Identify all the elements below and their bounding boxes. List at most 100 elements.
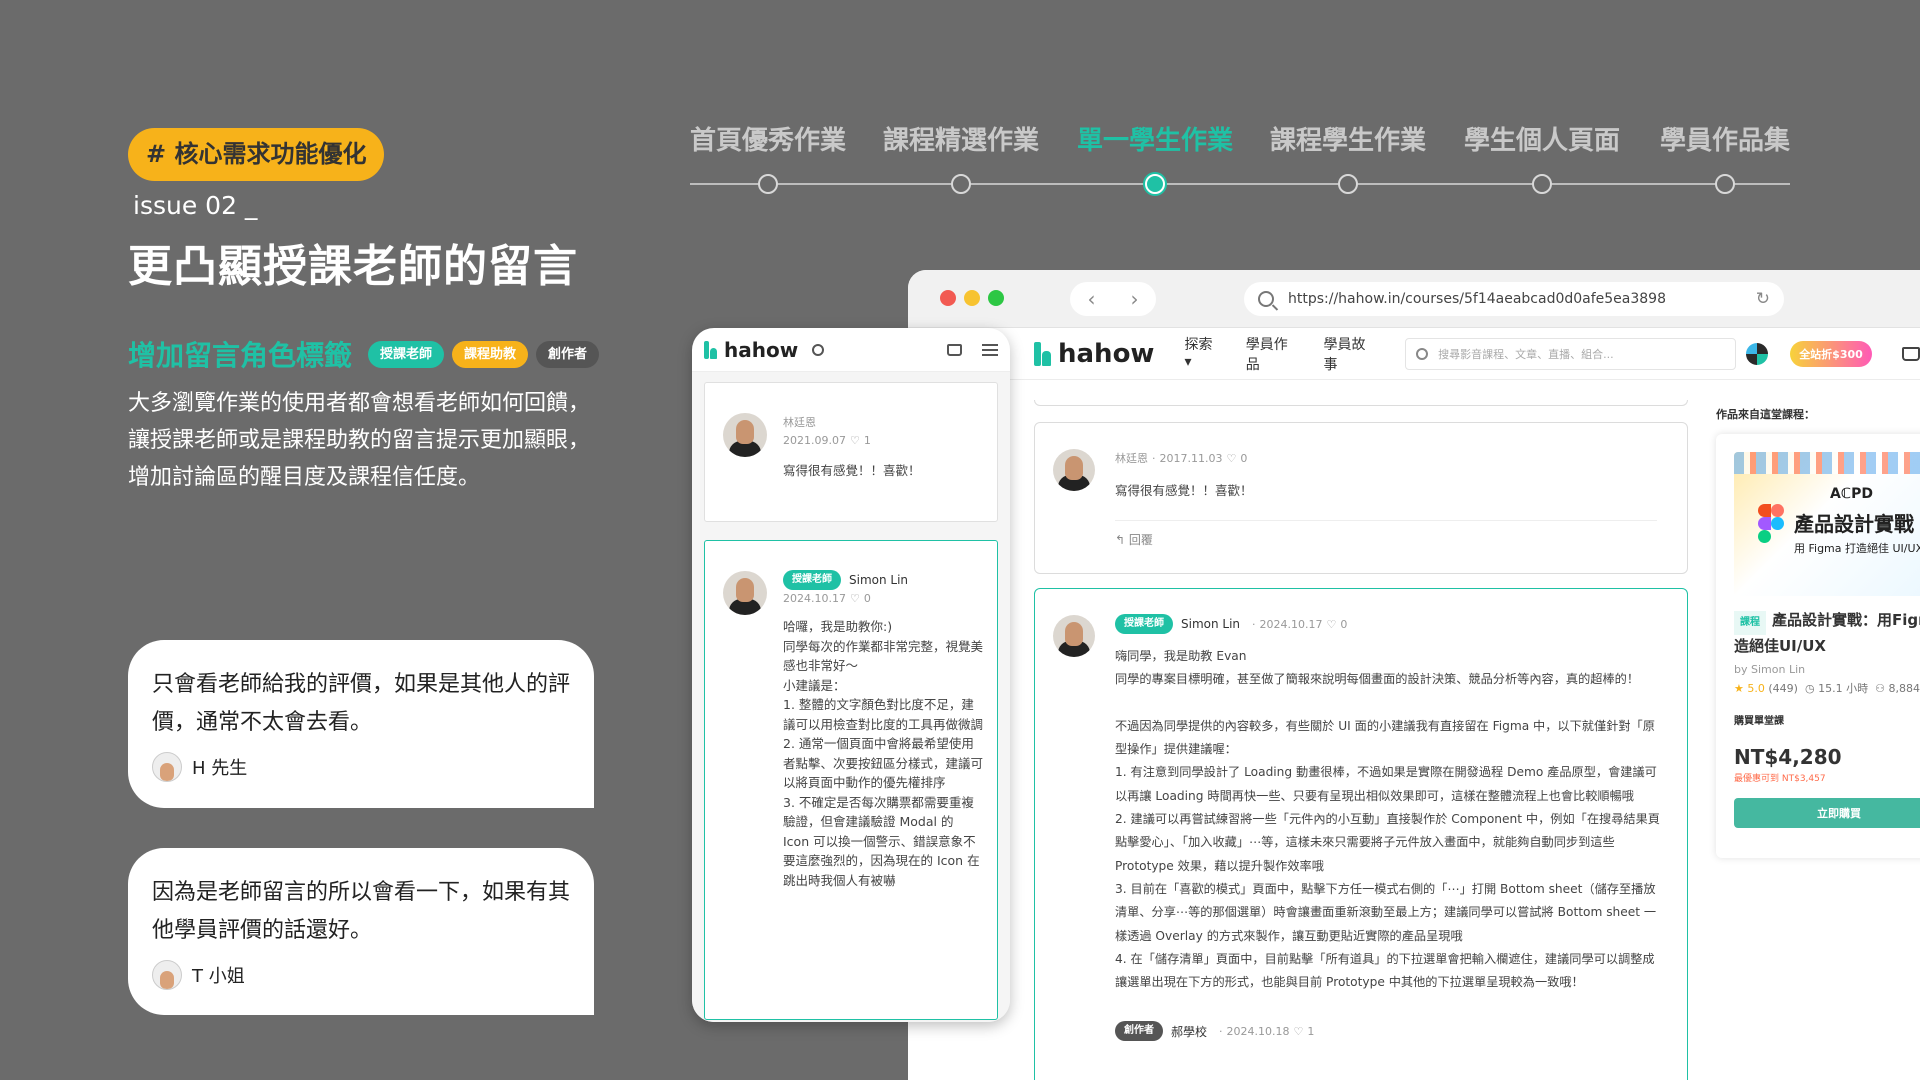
timeline-item-student-profile[interactable]: 學生個人頁面	[1452, 120, 1632, 194]
logo-text: hahow	[1058, 338, 1155, 369]
course-title-line2: 造絕佳UI/UX	[1734, 637, 1826, 655]
avatar-icon	[152, 752, 182, 782]
comment-meta-2: 2024.10.17 ♡ 0	[783, 589, 983, 607]
avatar	[1053, 615, 1095, 657]
timeline-item-portfolio[interactable]: 學員作品集	[1635, 120, 1815, 194]
promo-badge[interactable]: 全站折$300	[1790, 340, 1872, 367]
heart-icon[interactable]: ♡	[850, 434, 860, 447]
nested-comment-meta: 創作者 郝學校 · 2024.10.18 ♡ 1	[1115, 1021, 1669, 1042]
back-arrow-icon[interactable]: ‹	[1088, 287, 1096, 311]
timeline-item-course-picks[interactable]: 課程精選作業	[871, 120, 1051, 194]
quote-card: 只會看老師給我的評價，如果是其他人的評價，通常不太會去看。 H 先生	[128, 640, 594, 808]
reload-icon[interactable]: ↻	[1756, 289, 1770, 309]
desktop-browser: ‹ › https://hahow.in/courses/5f14aeabcad…	[908, 270, 1920, 1080]
mobile-header: hahow	[692, 328, 1010, 372]
comment-text: 寫得很有感覺！！喜歡！	[1115, 483, 1253, 498]
timeline-line	[690, 183, 1790, 185]
comment-text: 嗨同學，我是助教 Evan 同學的專案目標明確，甚至做了簡報來說明每個畫面的設計…	[1115, 649, 1660, 990]
forward-arrow-icon[interactable]: ›	[1131, 287, 1139, 311]
like-count: 0	[1340, 617, 1348, 631]
course-stats: ★ 5.0 (449) ◷ 15.1 小時 ⚇ 8,884	[1734, 682, 1920, 695]
menu-item-stories[interactable]: 學員故事	[1323, 334, 1379, 374]
hahow-logo[interactable]: hahow	[1034, 339, 1154, 369]
menu-item-works[interactable]: 學員作品	[1246, 334, 1302, 374]
creator-badge: 創作者	[1115, 1021, 1163, 1042]
discount-note: 最優惠可到 NT$3,457	[1734, 774, 1826, 784]
course-sidebar: 作品來自這堂課程： AℂPD 產品設計實戰 用 Figma 打造絕佳 UI/UX…	[1716, 400, 1920, 858]
comment-date: 2021.09.07	[783, 433, 846, 447]
comment-date: 2024.10.17	[783, 591, 846, 605]
commenter-name: Simon Lin	[849, 573, 909, 587]
timeline-dot-icon	[1532, 174, 1552, 194]
feature-timeline: 首頁優秀作業 課程精選作業 單一學生作業 課程學生作業 學生個人頁面 學員作品集	[690, 120, 1790, 200]
course-price: NT$4,280	[1734, 745, 1842, 769]
people-icon: ⚇	[1875, 682, 1885, 695]
cart-icon[interactable]	[947, 343, 962, 356]
buy-label: 購買單堂課	[1734, 716, 1784, 727]
page-headline: 更凸顯授課老師的留言	[128, 241, 578, 292]
commenter-name: 林廷恩	[783, 416, 816, 429]
timeline-label: 首頁優秀作業	[689, 126, 846, 156]
teacher-badge: 授課老師	[783, 570, 841, 590]
timeline-item-single-student[interactable]: 單一學生作業	[1065, 120, 1245, 194]
url-text: https://hahow.in/courses/5f14aeabcad0d0a…	[1288, 291, 1666, 307]
main-menu: 探索 ▾ 學員作品 學員故事	[1184, 334, 1401, 374]
minimize-window-icon[interactable]	[964, 290, 980, 306]
quote-author: T 小姐	[152, 960, 570, 990]
comment-card: 林廷恩 2021.09.07 ♡ 1 寫得很有感覺！！喜歡！	[704, 382, 998, 522]
description: 大多瀏覽作業的使用者都會想看老師如何回饋，讓授課老師或是課程助教的留言提示更加顯…	[128, 391, 591, 490]
timeline-label: 單一學生作業	[1076, 126, 1233, 156]
thumb-subtitle: 用 Figma 打造絕佳 UI/UX	[1794, 542, 1920, 555]
cart-icon[interactable]	[1902, 346, 1920, 361]
address-bar[interactable]: https://hahow.in/courses/5f14aeabcad0d0a…	[1244, 282, 1784, 316]
previous-card-edge	[1034, 400, 1688, 406]
course-title[interactable]: 課程產品設計實戰：用Figma	[1734, 608, 1920, 635]
hamburger-menu-icon[interactable]	[982, 343, 998, 356]
avatar	[723, 413, 767, 457]
heart-icon[interactable]: ♡	[850, 592, 860, 605]
like-count: 1	[863, 433, 871, 447]
ta-badge: 課程助教	[452, 340, 529, 368]
maximize-window-icon[interactable]	[988, 290, 1004, 306]
like-count: 0	[1240, 451, 1248, 465]
commenter-name: 林廷恩	[1115, 452, 1148, 465]
search-icon[interactable]	[812, 343, 825, 356]
comment-body: 林廷恩 2021.09.07 ♡ 1 寫得很有感覺！！喜歡！	[783, 413, 983, 483]
heart-icon[interactable]: ♡	[1327, 618, 1337, 631]
site-search-input[interactable]: 搜尋影音課程、文章、直播、組合...	[1405, 337, 1736, 370]
course-card[interactable]: AℂPD 產品設計實戰 用 Figma 打造絕佳 UI/UX 課程 產品設計實戰：…	[1716, 434, 1920, 858]
avatar	[1053, 449, 1095, 491]
hahow-logo-icon	[704, 340, 718, 359]
close-window-icon[interactable]	[940, 290, 956, 306]
timeline-item-home[interactable]: 首頁優秀作業	[678, 120, 858, 194]
comment-date: 2017.11.03	[1159, 451, 1223, 465]
like-count: 1	[1307, 1024, 1315, 1038]
subhead: 增加留言角色標籤	[128, 339, 353, 372]
mobile-comment-list: 林廷恩 2021.09.07 ♡ 1 寫得很有感覺！！喜歡！ 授課老師 Simo…	[692, 372, 1010, 1022]
course-thumbnail[interactable]: AℂPD 產品設計實戰 用 Figma 打造絕佳 UI/UX	[1734, 452, 1920, 596]
buy-now-button[interactable]: 立即購買	[1734, 798, 1920, 828]
comment-meta: 2021.09.07 ♡ 1	[783, 431, 983, 449]
heart-icon[interactable]: ♡	[1226, 452, 1236, 465]
timeline-dot-icon	[951, 174, 971, 194]
quote-text: 只會看老師給我的評價，如果是其他人的評價，通常不太會去看。	[152, 672, 571, 735]
comment-meta: 授課老師 Simon Lin · 2024.10.17 ♡ 0	[1115, 614, 1669, 634]
timeline-dot-icon	[1715, 174, 1735, 194]
comment-text: 哈囉，我是助教你:) 同學每次的作業都非常完整，視覺美感也非常好～ 小建議是： …	[783, 619, 984, 888]
figma-logo-icon	[1758, 504, 1784, 544]
reply-button[interactable]: ↰ 回覆	[1115, 520, 1657, 548]
timeline-label: 課程學生作業	[1269, 126, 1426, 156]
nav-buttons: ‹ ›	[1070, 282, 1156, 316]
hahow-logo[interactable]: hahow	[704, 338, 798, 362]
teacher-comment-card: 授課老師 Simon Lin · 2024.10.17 ♡ 0 嗨同學，我是助教…	[1034, 588, 1688, 1080]
avatar-icon	[152, 960, 182, 990]
commenter-name: 郝學校	[1171, 1024, 1208, 1039]
heart-icon[interactable]: ♡	[1294, 1025, 1304, 1038]
menu-item-explore[interactable]: 探索 ▾	[1184, 334, 1223, 374]
reply-arrow-icon: ↰	[1115, 533, 1126, 547]
clock-icon: ◷	[1804, 682, 1815, 695]
quote-author: H 先生	[152, 752, 570, 782]
timeline-item-course-students[interactable]: 課程學生作業	[1258, 120, 1438, 194]
issue-number: issue 02 _	[133, 191, 258, 220]
user-avatar-icon[interactable]	[1746, 342, 1768, 365]
